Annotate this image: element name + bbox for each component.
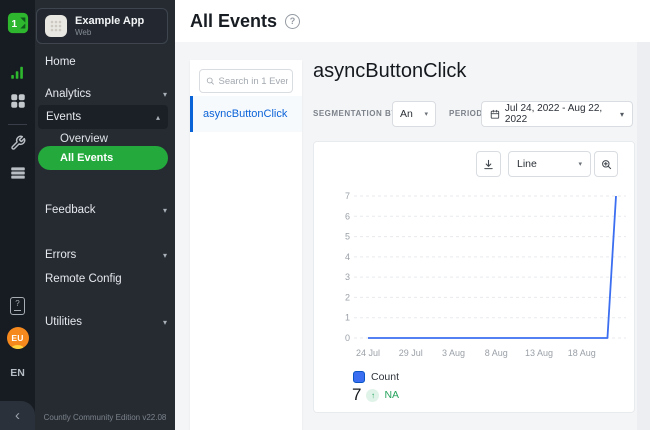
avatar-initials: EU <box>11 333 23 343</box>
app-type: Web <box>75 28 144 37</box>
sidebar-item-label: Remote Config <box>45 273 122 285</box>
chevron-down-icon: ▾ <box>620 110 624 119</box>
svg-text:8 Aug: 8 Aug <box>485 348 508 358</box>
chevron-down-icon: ▾ <box>163 251 167 260</box>
svg-text:13 Aug: 13 Aug <box>525 348 553 358</box>
svg-text:4: 4 <box>345 252 350 262</box>
date-range-picker[interactable]: Jul 24, 2022 - Aug 22, 2022 ▾ <box>481 101 633 127</box>
language-selector[interactable]: EN <box>0 367 35 379</box>
svg-text:1: 1 <box>345 313 350 323</box>
chart-type-value: Line <box>517 158 537 170</box>
calendar-icon <box>490 109 500 120</box>
page-header: All Events ? <box>175 0 650 42</box>
app-selector[interactable]: Example App Web <box>36 8 168 44</box>
collapse-chevron-icon: ‹ <box>15 408 20 423</box>
line-chart[interactable]: 0 1 2 3 4 5 6 7 24 Jul 29 Jul 3 Aug 8 Aug 13 Aug 18 A… <box>332 186 628 364</box>
segmentation-value: An <box>400 108 413 120</box>
nav-sidebar: Example App Web Home Analytics ▾ Events … <box>35 0 175 430</box>
chevron-down-icon: ▾ <box>163 90 167 99</box>
svg-text:18 Aug: 18 Aug <box>568 348 596 358</box>
svg-text:2: 2 <box>345 292 350 302</box>
svg-text:3: 3 <box>345 272 350 282</box>
chart-card: Line ▾ 0 1 2 3 4 5 6 7 24 Jul 29 Jul 3 Aug 8 Aug 13 … <box>313 141 635 413</box>
chart-zoom-button[interactable] <box>594 151 618 177</box>
sidebar-item-home[interactable]: Home <box>45 52 167 72</box>
sidebar-item-label: Errors <box>45 249 76 261</box>
app-name: Example App <box>75 15 144 28</box>
analytics-bars-icon[interactable] <box>0 63 35 81</box>
sidebar-item-label: Feedback <box>45 204 96 216</box>
help-glyph: ? <box>15 299 19 308</box>
wrench-icon[interactable] <box>0 135 35 151</box>
sidebar-item-feedback[interactable]: Feedback ▾ <box>45 200 167 220</box>
sidebar-item-label: All Events <box>60 152 113 164</box>
chevron-down-icon: ▾ <box>163 318 167 327</box>
svg-text:7: 7 <box>345 191 350 201</box>
sidebar-item-errors[interactable]: Errors ▾ <box>45 245 167 265</box>
help-icon[interactable]: ? <box>285 14 300 29</box>
countly-logo-icon[interactable]: 1 <box>0 12 35 34</box>
event-list-item-selected[interactable]: asyncButtonClick <box>190 96 302 132</box>
segmentation-label: SEGMENTATION BY <box>313 101 397 127</box>
svg-text:29 Jul: 29 Jul <box>399 348 423 358</box>
chevron-down-icon: ▾ <box>424 110 428 118</box>
chevron-down-icon: ▾ <box>163 206 167 215</box>
svg-text:24 Jul: 24 Jul <box>356 348 380 358</box>
search-input[interactable] <box>218 76 288 87</box>
sidebar-item-label: Overview <box>60 133 108 145</box>
search-icon <box>206 76 214 86</box>
period-label: PERIOD <box>449 101 483 127</box>
sidebar-collapse-button[interactable]: ‹ <box>0 401 35 430</box>
trend-value: NA <box>384 389 399 401</box>
sidebar-item-label: Analytics <box>45 88 91 100</box>
rail-divider <box>8 124 27 125</box>
sidebar-item-events[interactable]: Events ▴ <box>38 105 168 129</box>
svg-text:5: 5 <box>345 232 350 242</box>
download-chart-button[interactable] <box>476 151 501 177</box>
scrollbar-track[interactable] <box>637 42 650 430</box>
trend-up-icon: ↑ <box>366 389 379 402</box>
sidebar-item-remote-config[interactable]: Remote Config <box>45 269 167 289</box>
server-stack-icon[interactable] <box>0 164 35 182</box>
version-label: Countly Community Edition v22.08 <box>35 413 175 422</box>
segmentation-select[interactable]: An ▾ <box>392 101 436 127</box>
event-detail-title: asyncButtonClick <box>313 60 466 83</box>
total-row: 7 ↑ NA <box>352 385 399 405</box>
language-label: EN <box>10 367 25 379</box>
user-avatar[interactable]: EU <box>0 327 35 349</box>
sidebar-item-label: Utilities <box>45 316 82 328</box>
apps-grid-icon[interactable] <box>0 92 35 110</box>
sidebar-item-label: Events <box>46 111 81 123</box>
svg-text:1: 1 <box>11 19 17 30</box>
chevron-down-icon: ▾ <box>578 160 582 168</box>
app-icon <box>44 14 68 38</box>
chart-type-select[interactable]: Line ▾ <box>508 151 591 177</box>
sidebar-item-utilities[interactable]: Utilities ▾ <box>45 312 167 332</box>
date-range-value: Jul 24, 2022 - Aug 22, 2022 <box>505 103 615 125</box>
total-count: 7 <box>352 385 361 405</box>
icon-rail: 1 <box>0 0 35 430</box>
page-title: All Events <box>190 11 277 32</box>
sidebar-item-all-events[interactable]: All Events <box>38 146 168 170</box>
chart-legend[interactable]: Count <box>353 371 399 383</box>
magnifier-zoom-icon <box>601 159 612 170</box>
legend-color-swatch <box>353 371 365 383</box>
sidebar-item-label: Home <box>45 56 76 68</box>
help-guide-icon[interactable]: ? <box>0 297 35 315</box>
avatar-badge <box>11 345 24 349</box>
chevron-up-icon: ▴ <box>156 113 160 122</box>
legend-label: Count <box>371 371 399 383</box>
event-name-link: asyncButtonClick <box>203 108 287 120</box>
svg-text:3 Aug: 3 Aug <box>442 348 465 358</box>
event-list-panel: asyncButtonClick <box>190 60 302 430</box>
help-glyph: ? <box>290 16 296 26</box>
download-icon <box>483 159 494 170</box>
sidebar-item-analytics[interactable]: Analytics ▾ <box>45 84 167 104</box>
event-search <box>199 69 293 93</box>
countly-dashboard: 1 <box>0 0 650 430</box>
svg-text:0: 0 <box>345 333 350 343</box>
svg-text:6: 6 <box>345 211 350 221</box>
